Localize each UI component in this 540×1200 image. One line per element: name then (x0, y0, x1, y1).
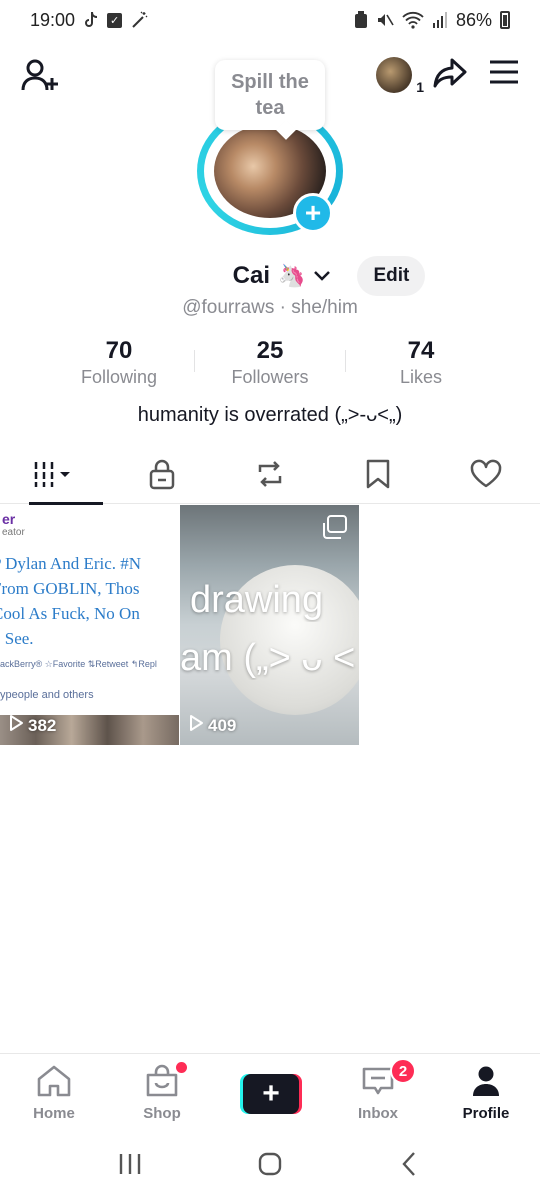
multi-photo-icon (323, 515, 347, 539)
signal-icon (432, 11, 448, 29)
nav-label: Profile (462, 1105, 510, 1122)
stat-value: 70 (105, 337, 133, 364)
status-right: 86% (354, 10, 510, 31)
menu-icon[interactable] (488, 56, 520, 93)
stat-likes[interactable]: 74 Likes (346, 336, 496, 388)
overlay-text-line: drawing (190, 579, 324, 621)
share-icon[interactable] (432, 54, 468, 95)
tweet-line: From GOBLIN, Thos (0, 579, 140, 598)
stat-value: 74 (407, 337, 435, 364)
profile-stats: 70 Following 25 Followers 74 Likes (0, 336, 540, 388)
inbox-badge: 2 (390, 1058, 416, 1084)
top-right-actions: 1 (376, 54, 520, 95)
tweet-author: er (2, 511, 16, 527)
tweet-text: P Dylan And Eric. #N From GOBLIN, Thos C… (0, 551, 179, 651)
tiktok-icon (83, 11, 99, 29)
magic-wand-icon (130, 11, 148, 29)
tweet-line: o See. (0, 629, 34, 648)
status-time: 19:00 (30, 9, 76, 30)
play-count: 409 (188, 714, 236, 737)
tab-reposts[interactable] (216, 448, 324, 504)
tweet-line: Cool As Fuck, No On (0, 604, 140, 623)
nav-shop[interactable]: Shop (108, 1054, 216, 1131)
overlay-text-line: am („> ᴗ < (180, 637, 356, 679)
play-icon (188, 714, 204, 737)
bottom-nav: Home Shop + 2 Inbox Profile (0, 1053, 540, 1131)
tweet-line: P Dylan And Eric. #N (0, 554, 142, 573)
status-bar: 19:00 ✓ 86% (0, 0, 540, 40)
create-button[interactable]: + (240, 1074, 302, 1114)
nav-label: Inbox (358, 1105, 398, 1122)
tab-private[interactable] (108, 448, 216, 504)
battery-percent: 86% (455, 9, 492, 30)
edit-profile-button[interactable]: Edit (357, 256, 426, 296)
username-pronouns: @fourraws · she/him (182, 297, 358, 318)
notification-dot (176, 1062, 187, 1073)
nav-label: Shop (143, 1105, 181, 1122)
plus-icon: + (243, 1074, 299, 1114)
heart-icon (469, 459, 503, 494)
stat-label: Followers (231, 367, 309, 387)
video-thumbnail[interactable]: er eator P Dylan And Eric. #N From GOBLI… (0, 505, 179, 745)
nav-profile[interactable]: Profile (432, 1054, 540, 1131)
stat-label: Following (80, 367, 158, 387)
bookmark-icon (365, 458, 391, 495)
recycle-icon (354, 11, 368, 29)
tweet-meta: ackBerry® ☆Favorite ⇅Retweet ↰Repl (0, 659, 157, 669)
video-thumbnail[interactable]: drawing am („> ᴗ < 409 (180, 505, 359, 745)
wifi-icon (402, 11, 424, 29)
friends-count: 1 (416, 78, 424, 95)
home-button-icon[interactable] (256, 1150, 284, 1183)
repost-icon (254, 458, 286, 495)
tab-favorites[interactable] (324, 448, 432, 504)
stat-label: Likes (399, 367, 443, 387)
play-count: 382 (8, 714, 56, 737)
tab-videos[interactable] (0, 448, 108, 505)
status-left: 19:00 ✓ (30, 10, 148, 31)
videos-grid-icon (32, 459, 76, 494)
shop-bag-icon (143, 1064, 181, 1103)
tooltip-text: Spill the tea (231, 71, 309, 119)
battery-icon (500, 11, 510, 29)
nav-inbox[interactable]: 2 Inbox (324, 1054, 432, 1131)
add-story-plus-icon[interactable]: + (293, 193, 333, 233)
bio-text: humanity is overrated („>-ᴗ<„) (137, 404, 403, 426)
tab-liked[interactable] (432, 448, 540, 504)
profile-tabs (0, 448, 540, 505)
back-icon[interactable] (396, 1150, 424, 1183)
friends-avatar[interactable]: 1 (376, 56, 424, 95)
nav-create[interactable]: + (216, 1054, 324, 1131)
lock-icon (148, 458, 176, 495)
stat-value: 25 (256, 337, 284, 364)
recent-apps-icon[interactable] (116, 1150, 144, 1183)
tweet-subtitle: eator (2, 527, 25, 538)
home-icon (35, 1064, 73, 1103)
name-row: Cai 🦄 Edit (0, 256, 540, 296)
video-grid: er eator P Dylan And Eric. #N From GOBLI… (0, 505, 540, 745)
nav-label: Home (33, 1105, 75, 1122)
add-friend-icon[interactable] (20, 56, 60, 96)
tooltip-bubble[interactable]: Spill the tea (215, 60, 325, 130)
play-count-value: 382 (28, 715, 57, 735)
mute-icon (376, 11, 394, 29)
stat-followers[interactable]: 25 Followers (195, 336, 345, 388)
play-icon (8, 714, 24, 737)
profile-person-icon (467, 1064, 505, 1103)
nav-home[interactable]: Home (0, 1054, 108, 1131)
play-count-value: 409 (208, 715, 237, 735)
display-name: Cai (232, 262, 271, 289)
checkbox-icon: ✓ (107, 12, 123, 28)
unicorn-emoji: 🦄 (278, 263, 306, 288)
system-nav-bar (0, 1132, 540, 1200)
chevron-down-icon[interactable] (313, 266, 331, 287)
tweet-footer: ypeople and others (0, 689, 94, 701)
stat-following[interactable]: 70 Following (44, 336, 194, 388)
